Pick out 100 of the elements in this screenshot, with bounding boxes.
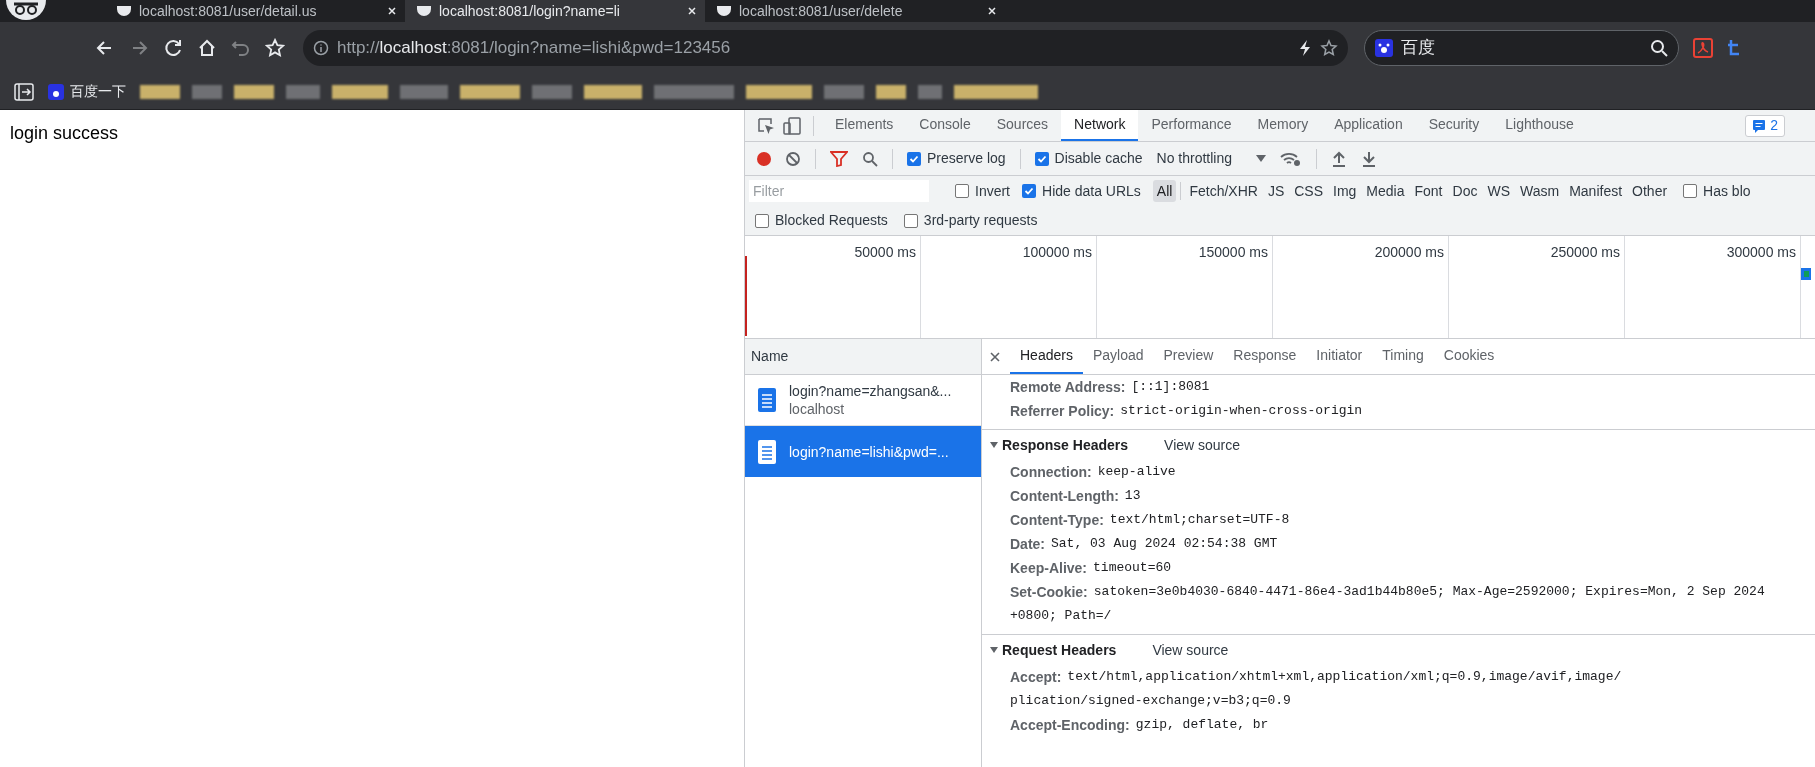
home-icon[interactable]	[197, 38, 217, 58]
type-filter[interactable]: Img	[1329, 180, 1361, 202]
expand-triangle-icon[interactable]	[990, 441, 998, 449]
checkmark-icon	[909, 153, 919, 164]
column-header[interactable]: Name	[745, 339, 981, 375]
type-filter[interactable]: Font	[1410, 180, 1447, 202]
address-bar[interactable]: http://localhost:8081/login?name=lishi&pwd=123456	[303, 30, 1348, 66]
has-blocked-cookies-label: Has blo	[1703, 181, 1751, 201]
download-icon[interactable]	[1361, 150, 1377, 167]
invert-checkbox[interactable]	[955, 184, 969, 198]
devtools-tab[interactable]: Memory	[1244, 110, 1322, 141]
type-filter[interactable]: Other	[1628, 180, 1672, 202]
device-icon[interactable]	[783, 116, 801, 135]
disable-cache-checkbox[interactable]	[1034, 151, 1049, 166]
issues-badge[interactable]: 2	[1745, 114, 1785, 137]
header-name: Content-Type:	[1010, 510, 1104, 530]
filter-field[interactable]: Filter	[749, 180, 929, 202]
browser-tab[interactable]: localhost:8081/login?name=li	[405, 0, 705, 22]
detail-tab[interactable]: Initiator	[1306, 339, 1373, 374]
request-row[interactable]: login?name=lishi&pwd=...	[745, 426, 981, 477]
type-filter[interactable]: All	[1152, 180, 1177, 202]
wifi-gear-icon[interactable]	[1280, 150, 1302, 167]
header-value: text/html;charset=UTF-8	[1109, 511, 1290, 530]
invert-label: Invert	[975, 181, 1010, 201]
type-filter[interactable]: WS	[1483, 180, 1514, 202]
detail-tab[interactable]: Payload	[1082, 339, 1154, 374]
search-field[interactable]: 百度	[1364, 30, 1679, 66]
devtools-tab[interactable]: Elements	[822, 110, 907, 141]
pdf-icon[interactable]	[1693, 38, 1713, 58]
devtools-tab[interactable]: Performance	[1138, 110, 1245, 141]
header-value: satoken=3e0b4030-6840-4471-86e4-3ad1b44b80e5; Max-Age=2592000; Expires=Mon, 2 Sep 2024	[1093, 583, 1765, 602]
devtools-tab[interactable]: Application	[1321, 110, 1416, 141]
inspect-icon[interactable]	[757, 116, 775, 135]
record-button[interactable]	[757, 151, 771, 166]
timeline-tick: 200000 ms	[1374, 243, 1444, 262]
browser-tab[interactable]: localhost:8081/user/delete	[705, 0, 1005, 22]
devtools-tab[interactable]: Sources	[983, 110, 1062, 141]
header-name: Remote Address:	[1010, 377, 1126, 397]
undo-icon[interactable]	[231, 38, 251, 58]
has-blocked-cookies-checkbox[interactable]	[1683, 184, 1698, 198]
header-name: Date:	[1010, 534, 1045, 554]
browser-tab[interactable]: localhost:8081/user/detail.us	[105, 0, 405, 22]
upload-icon[interactable]	[1331, 150, 1347, 167]
caret-icon	[1256, 154, 1266, 163]
throttling-dropdown[interactable]: No throttling	[1156, 148, 1266, 169]
clear-icon[interactable]	[785, 150, 801, 167]
blocked-requests-checkbox[interactable]	[755, 213, 769, 228]
header-name: Content-Length:	[1010, 486, 1119, 506]
type-filter[interactable]: Fetch/XHR	[1185, 180, 1262, 202]
timeline-tick: 150000 ms	[1198, 243, 1268, 262]
bookmark[interactable]: 百度一下	[48, 81, 126, 102]
type-filter[interactable]: Media	[1362, 180, 1409, 202]
type-filter[interactable]: Doc	[1448, 180, 1482, 202]
timeline-tick: 250000 ms	[1550, 243, 1620, 262]
blocked-requests-label: Blocked Requests	[775, 211, 888, 230]
section-title: Request Headers	[1002, 640, 1117, 660]
document-icon	[757, 387, 777, 413]
url-text: http://localhost:8081/login?name=lishi&pwd=123456	[337, 37, 731, 60]
header-name: Connection:	[1010, 462, 1092, 482]
request-host: localhost	[789, 400, 846, 418]
type-filter[interactable]: Wasm	[1516, 180, 1564, 202]
third-party-requests-checkbox[interactable]	[903, 213, 918, 228]
detail-tab[interactable]: Timing	[1372, 339, 1434, 374]
checkmark-icon	[1036, 153, 1047, 164]
header-name: Set-Cookie:	[1010, 582, 1088, 602]
view-source-link[interactable]: View source	[1152, 639, 1229, 661]
devtools-tab[interactable]: Security	[1415, 110, 1493, 141]
header-value: +0800; Path=/	[1010, 607, 1112, 626]
devtools-tab[interactable]: Network	[1061, 110, 1139, 141]
lightning-icon[interactable]	[1298, 39, 1312, 57]
type-filter[interactable]: Manifest	[1565, 180, 1627, 202]
header-value: text/html,application/xhtml+xml,application/xml;q=0.9,image/avif,image/	[1067, 668, 1622, 687]
request-bar	[1801, 268, 1811, 280]
hide-data-urls-checkbox[interactable]	[1022, 184, 1036, 198]
section-title: Response Headers	[1002, 435, 1129, 455]
expand-triangle-icon[interactable]	[990, 646, 998, 654]
request-name: login?name=zhangsan&...	[789, 382, 952, 400]
type-filter[interactable]: CSS	[1290, 180, 1327, 202]
type-filter[interactable]: JS	[1263, 180, 1289, 202]
header-value: timeout=60	[1093, 559, 1172, 578]
sidebar-icon[interactable]	[14, 82, 34, 101]
reload-icon[interactable]	[163, 38, 183, 58]
info-icon[interactable]	[313, 40, 329, 56]
preserve-log-checkbox[interactable]	[907, 151, 921, 166]
detail-tab[interactable]: Headers	[1010, 339, 1083, 374]
extension-icon[interactable]	[1727, 38, 1741, 58]
close-icon[interactable]	[990, 351, 1000, 362]
header-value: [::1]:8081	[1131, 378, 1210, 397]
devtools-tab[interactable]: Console	[906, 110, 984, 141]
filter-icon[interactable]	[830, 150, 848, 167]
view-source-link[interactable]: View source	[1164, 434, 1241, 456]
detail-tab[interactable]: Response	[1223, 339, 1307, 374]
devtools-tab[interactable]: Lighthouse	[1492, 110, 1587, 141]
search-icon[interactable]	[1650, 39, 1668, 57]
page-text: login success	[10, 122, 120, 145]
header-value: gzip, deflate, br	[1135, 716, 1269, 735]
detail-tab[interactable]: Cookies	[1433, 339, 1505, 374]
star-icon[interactable]	[1320, 39, 1338, 57]
detail-tab[interactable]: Preview	[1153, 339, 1224, 374]
timeline-tick: 100000 ms	[1022, 243, 1092, 262]
